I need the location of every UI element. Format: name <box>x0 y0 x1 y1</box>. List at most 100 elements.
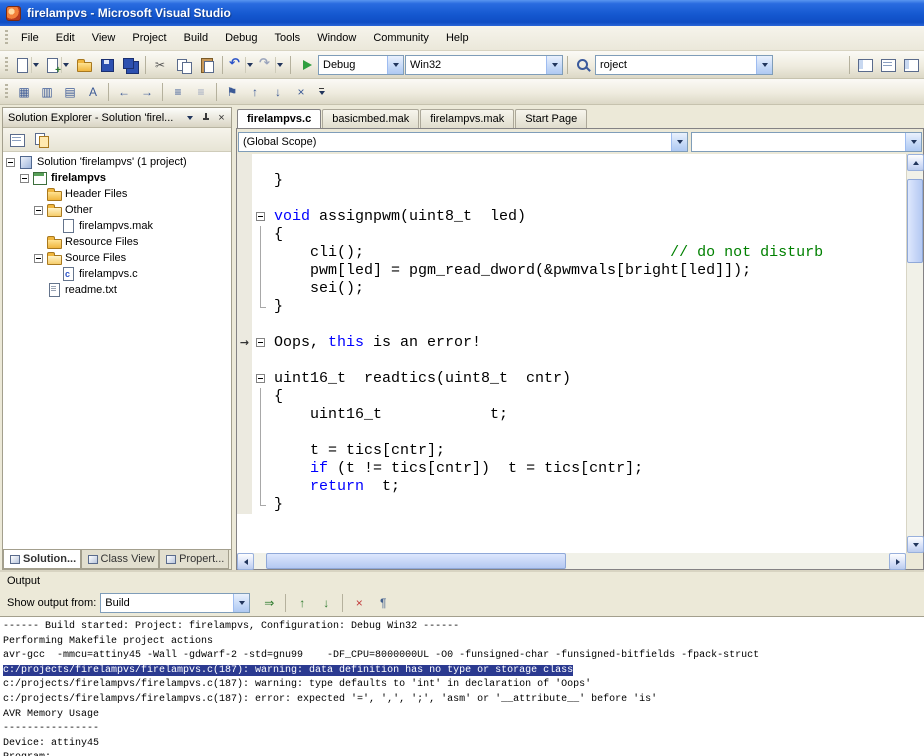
document-tab-firelampvs-c[interactable]: firelampvs.c <box>237 109 321 129</box>
increase-indent-button[interactable]: → <box>136 81 158 103</box>
toggle-bookmark-button[interactable]: ⚑ <box>221 81 243 103</box>
close-button[interactable]: × <box>214 111 229 125</box>
document-tab-start-page[interactable]: Start Page <box>515 109 587 128</box>
toggle-word-wrap-button[interactable]: ¶ <box>372 592 394 614</box>
chevron-down-icon[interactable] <box>31 57 40 73</box>
scroll-left-button[interactable] <box>237 553 254 570</box>
chevron-down-icon[interactable] <box>245 57 254 73</box>
parameter-info-button[interactable]: ▥ <box>36 81 58 103</box>
solution-platforms-combo[interactable]: Win32 <box>405 55 563 75</box>
menu-debug[interactable]: Debug <box>217 28 265 48</box>
fold-collapse-icon[interactable] <box>256 374 265 383</box>
member-combo[interactable] <box>691 132 922 152</box>
tree-item-readme-txt[interactable]: readme.txt <box>3 282 231 298</box>
find-combo[interactable]: roject <box>595 55 773 75</box>
horizontal-scrollbar[interactable] <box>237 553 906 569</box>
chevron-down-icon[interactable] <box>756 56 772 74</box>
fold-collapse-icon[interactable] <box>256 338 265 347</box>
solution-configurations-combo[interactable]: Debug <box>318 55 404 75</box>
tree-item-source-files[interactable]: Source Files <box>3 250 231 266</box>
menu-help[interactable]: Help <box>438 28 477 48</box>
menu-file[interactable]: File <box>13 28 47 48</box>
next-message-button[interactable]: ↓ <box>315 592 337 614</box>
properties-window-button[interactable] <box>877 54 899 76</box>
toolbar-options-button[interactable] <box>315 82 328 102</box>
toolbox-button[interactable] <box>900 54 922 76</box>
next-bookmark-button[interactable]: ↓ <box>267 81 289 103</box>
new-project-button[interactable] <box>13 54 42 76</box>
chevron-down-icon[interactable] <box>61 57 70 73</box>
panel-tab-class-view[interactable]: Class View <box>81 550 160 569</box>
scope-combo[interactable]: (Global Scope) <box>238 132 688 152</box>
window-position-button[interactable] <box>182 111 197 125</box>
tree-item-resource-files[interactable]: Resource Files <box>3 234 231 250</box>
save-button[interactable] <box>96 54 118 76</box>
tree-item-firelampvs[interactable]: firelampvs <box>3 170 231 186</box>
toolbar-grip[interactable] <box>5 84 8 100</box>
scrollbar-track[interactable] <box>907 171 923 536</box>
save-all-button[interactable] <box>119 54 141 76</box>
undo-button[interactable] <box>227 54 256 76</box>
chevron-down-icon[interactable] <box>233 594 249 612</box>
properties-button[interactable] <box>6 129 28 151</box>
fold-collapse-icon[interactable] <box>256 212 265 221</box>
clear-bookmarks-button[interactable]: × <box>290 81 312 103</box>
chevron-down-icon[interactable] <box>671 133 687 151</box>
menu-community[interactable]: Community <box>365 28 437 48</box>
auto-hide-pin-button[interactable] <box>198 111 213 125</box>
chevron-down-icon[interactable] <box>387 56 403 74</box>
complete-word-button[interactable]: A <box>82 81 104 103</box>
scroll-right-button[interactable] <box>889 553 906 570</box>
panel-tab-solution[interactable]: Solution... <box>3 550 81 569</box>
cut-button[interactable] <box>150 54 172 76</box>
tree-expander[interactable] <box>34 254 43 263</box>
menu-window[interactable]: Window <box>309 28 364 48</box>
tree-item-firelampvs-mak[interactable]: firelampvs.mak <box>3 218 231 234</box>
code-editor[interactable]: }void assignpwm(uint8_t led){ cli(); // … <box>237 154 906 553</box>
quick-info-button[interactable]: ▤ <box>59 81 81 103</box>
tree-expander[interactable] <box>20 174 29 183</box>
find-button[interactable] <box>572 54 594 76</box>
tree-item-firelampvs-c[interactable]: firelampvs.c <box>3 266 231 282</box>
scroll-down-button[interactable] <box>907 536 924 553</box>
scroll-up-button[interactable] <box>907 154 924 171</box>
tree-expander[interactable] <box>6 158 15 167</box>
comment-selection-button[interactable]: ≡ <box>167 81 189 103</box>
menu-edit[interactable]: Edit <box>48 28 83 48</box>
uncomment-selection-button[interactable]: ≡ <box>190 81 212 103</box>
start-debugging-button[interactable] <box>295 54 317 76</box>
scrollbar-thumb[interactable] <box>266 553 566 569</box>
clear-all-button[interactable]: × <box>348 592 370 614</box>
goto-message-button[interactable]: ⇒ <box>258 592 280 614</box>
add-new-item-button[interactable] <box>43 54 72 76</box>
open-file-button[interactable] <box>73 54 95 76</box>
scrollbar-track[interactable] <box>254 553 889 569</box>
output-source-combo[interactable]: Build <box>100 593 250 613</box>
tree-expander[interactable] <box>34 206 43 215</box>
vertical-scrollbar[interactable] <box>906 154 923 553</box>
decrease-indent-button[interactable]: ← <box>113 81 135 103</box>
tree-item-other[interactable]: Other <box>3 202 231 218</box>
scrollbar-thumb[interactable] <box>907 179 923 263</box>
tree-item-header-files[interactable]: Header Files <box>3 186 231 202</box>
panel-tab-propert[interactable]: Propert... <box>159 550 229 569</box>
document-tab-basicmbed-mak[interactable]: basicmbed.mak <box>322 109 419 128</box>
previous-message-button[interactable]: ↑ <box>291 592 313 614</box>
chevron-down-icon[interactable] <box>546 56 562 74</box>
tree-item-solution-firelampvs-1-project[interactable]: Solution 'firelampvs' (1 project) <box>3 154 231 170</box>
toolbar-grip[interactable] <box>5 30 8 46</box>
output-log[interactable]: ------ Build started: Project: firelampv… <box>0 616 924 756</box>
solution-explorer-titlebar[interactable]: Solution Explorer - Solution 'firel... × <box>3 108 231 128</box>
document-tab-firelampvs-mak[interactable]: firelampvs.mak <box>420 109 514 128</box>
chevron-down-icon[interactable] <box>275 57 284 73</box>
toolbar-grip[interactable] <box>5 57 8 73</box>
solution-explorer-button[interactable] <box>854 54 876 76</box>
previous-bookmark-button[interactable]: ↑ <box>244 81 266 103</box>
menu-view[interactable]: View <box>84 28 124 48</box>
title-bar[interactable]: firelampvs - Microsoft Visual Studio <box>0 0 924 26</box>
paste-button[interactable] <box>196 54 218 76</box>
menu-build[interactable]: Build <box>176 28 216 48</box>
redo-button[interactable] <box>257 54 286 76</box>
chevron-down-icon[interactable] <box>905 133 921 151</box>
member-list-button[interactable]: ▦ <box>13 81 35 103</box>
